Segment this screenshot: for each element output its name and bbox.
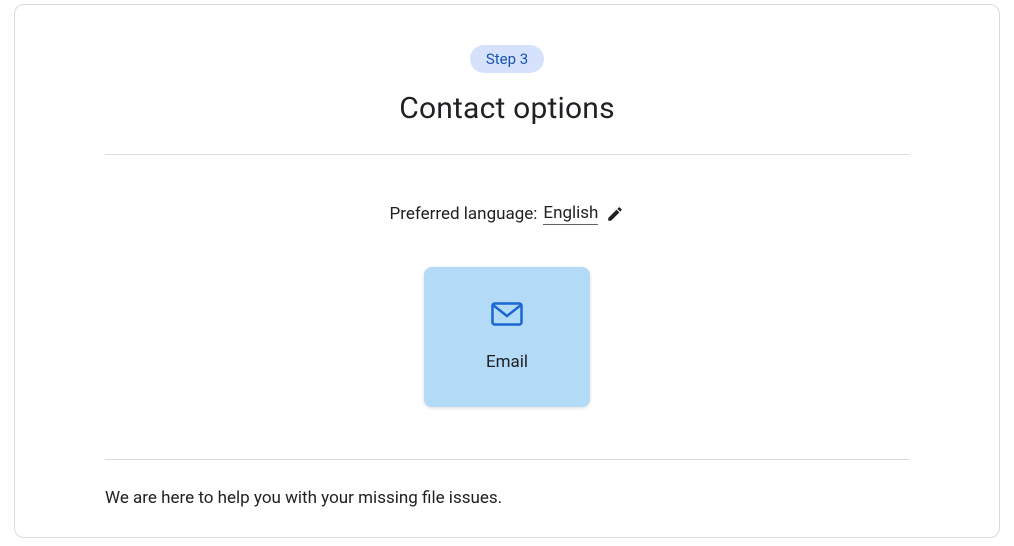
help-text: We are here to help you with your missin… [105, 488, 909, 508]
email-option-label: Email [486, 352, 528, 372]
header-section: Step 3 Contact options [105, 45, 909, 154]
language-value[interactable]: English [543, 203, 598, 225]
divider-top [105, 154, 909, 155]
step-badge: Step 3 [470, 45, 544, 73]
email-icon [491, 302, 523, 326]
contact-options-row: Email [105, 267, 909, 407]
email-option-card[interactable]: Email [424, 267, 590, 407]
contact-options-card: Step 3 Contact options Preferred languag… [14, 4, 1000, 538]
edit-icon[interactable] [606, 205, 624, 223]
page-title: Contact options [399, 91, 615, 126]
divider-bottom [105, 459, 909, 460]
language-section: Preferred language: English [105, 203, 909, 225]
language-label: Preferred language: [390, 204, 538, 224]
